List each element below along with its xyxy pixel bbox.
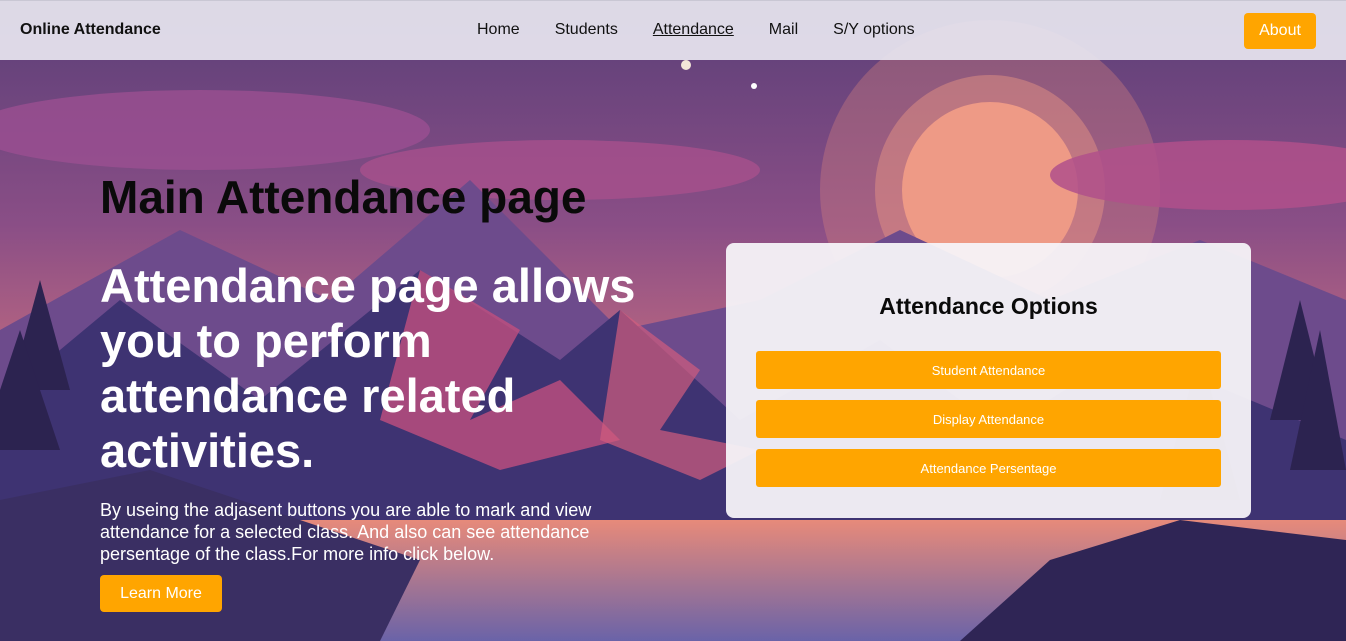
display-attendance-button[interactable]: Display Attendance: [756, 400, 1221, 438]
attendance-percentage-button[interactable]: Attendance Persentage: [756, 449, 1221, 487]
nav-links: Home Students Attendance Mail S/Y option…: [477, 21, 950, 39]
card-title: Attendance Options: [879, 293, 1098, 319]
about-button[interactable]: About: [1244, 13, 1316, 49]
nav-link-attendance[interactable]: Attendance: [653, 21, 734, 39]
nav-link-sy-options[interactable]: S/Y options: [833, 21, 915, 39]
page-title: Main Attendance page: [100, 171, 587, 223]
attendance-options-card: Attendance Options Student Attendance Di…: [726, 243, 1251, 518]
top-navbar: Online Attendance Home Students Attendan…: [0, 0, 1346, 60]
brand-title: Online Attendance: [20, 21, 161, 38]
student-attendance-button[interactable]: Student Attendance: [756, 351, 1221, 389]
nav-link-mail[interactable]: Mail: [769, 21, 798, 39]
nav-link-students[interactable]: Students: [555, 21, 618, 39]
nav-link-home[interactable]: Home: [477, 21, 520, 39]
learn-more-button[interactable]: Learn More: [100, 575, 222, 612]
hero-headline: Attendance page allows you to perform at…: [100, 259, 636, 477]
hero-description: By useing the adjasent buttons you are a…: [100, 500, 592, 564]
